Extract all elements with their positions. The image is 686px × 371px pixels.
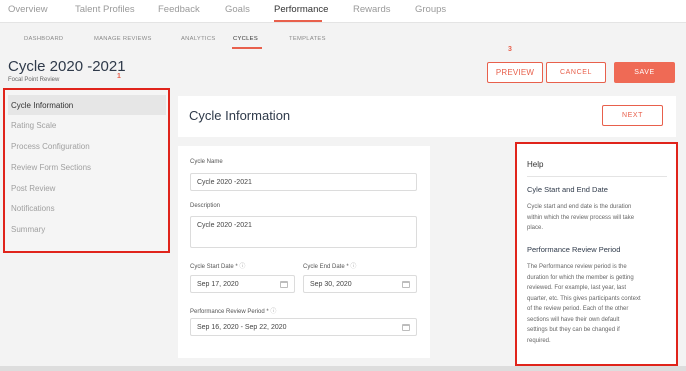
cycle-steps-sidebar: Cycle Information Rating Scale Process C… [3,88,170,253]
calendar-icon[interactable] [402,324,410,331]
description-value: Cycle 2020 -2021 [197,222,252,229]
sidebar-item-summary[interactable]: Summary [11,225,45,234]
info-icon: ⓘ [270,309,277,315]
review-period-input[interactable]: Sep 16, 2020 - Sep 22, 2020 [190,318,417,336]
top-nav-feedback[interactable]: Feedback [158,4,200,15]
sub-nav-active-indicator [232,47,262,49]
top-nav-rewards[interactable]: Rewards [353,4,391,15]
top-nav-goals[interactable]: Goals [225,4,250,15]
info-icon: ⓘ [239,264,246,270]
sub-nav-templates[interactable]: TEMPLATES [289,36,326,42]
bottom-divider [0,366,686,371]
cycle-name-input[interactable]: Cycle 2020 -2021 [190,173,417,191]
sidebar-item-notifications[interactable]: Notifications [11,204,55,213]
calendar-icon[interactable] [402,281,410,288]
review-period-label: Performance Review Period * ⓘ [190,309,277,315]
cancel-button[interactable]: CANCEL [546,62,606,83]
annotation-1: 1 [117,73,121,80]
help-panel: Help Cyle Start and End Date Cycle start… [515,142,678,366]
help-section-text: The Performance review period is the dur… [527,264,641,344]
preview-button[interactable]: PREVIEW [487,62,543,83]
sidebar-item-rating-scale[interactable]: Rating Scale [11,121,56,130]
top-nav: Overview Talent Profiles Feedback Goals … [0,0,686,23]
sub-nav-manage-reviews[interactable]: MANAGE REVIEWS [94,36,152,42]
end-date-value: Sep 30, 2020 [310,281,352,288]
annotation-3: 3 [508,46,512,53]
start-date-input[interactable]: Sep 17, 2020 [190,275,295,293]
top-nav-groups[interactable]: Groups [415,4,446,15]
sub-nav-dashboard[interactable]: DASHBOARD [24,36,63,42]
start-date-label: Cycle Start Date * ⓘ [190,264,246,270]
top-nav-talent-profiles[interactable]: Talent Profiles [75,4,135,15]
sub-nav-cycles[interactable]: CYCLES [233,36,258,42]
page-subtitle: Focal Point Review [8,77,60,83]
top-nav-active-indicator [274,20,322,22]
sub-nav: DASHBOARD MANAGE REVIEWS ANALYTICS CYCLE… [0,32,686,49]
help-section-heading: Performance Review Period [527,245,621,254]
end-date-input[interactable]: Sep 30, 2020 [303,275,417,293]
sub-nav-analytics[interactable]: ANALYTICS [181,36,215,42]
end-date-label: Cycle End Date * ⓘ [303,264,357,270]
sidebar-item-review-form-sections[interactable]: Review Form Sections [11,163,91,172]
content-heading: Cycle Information [189,108,291,123]
next-button[interactable]: NEXT [602,105,663,126]
cycle-name-value: Cycle 2020 -2021 [197,179,252,186]
info-icon: ⓘ [350,264,357,270]
sidebar-item-post-review[interactable]: Post Review [11,184,55,193]
top-nav-overview[interactable]: Overview [8,4,48,15]
sidebar-item-process-configuration[interactable]: Process Configuration [11,142,90,151]
help-section-text: Cycle start and end date is the duration… [527,204,635,231]
save-button[interactable]: SAVE [614,62,675,83]
cycle-name-label: Cycle Name [190,159,223,165]
review-period-value: Sep 16, 2020 - Sep 22, 2020 [197,324,287,331]
page-title: Cycle 2020 -2021 [8,58,126,75]
top-nav-performance[interactable]: Performance [274,4,328,15]
description-label: Description [190,203,221,209]
description-input[interactable]: Cycle 2020 -2021 [190,216,417,248]
help-title: Help [527,160,544,169]
help-section-heading: Cyle Start and End Date [527,185,608,194]
help-divider [527,176,667,177]
sidebar-item-cycle-information[interactable]: Cycle Information [11,101,73,110]
start-date-value: Sep 17, 2020 [197,281,239,288]
calendar-icon[interactable] [280,281,288,288]
